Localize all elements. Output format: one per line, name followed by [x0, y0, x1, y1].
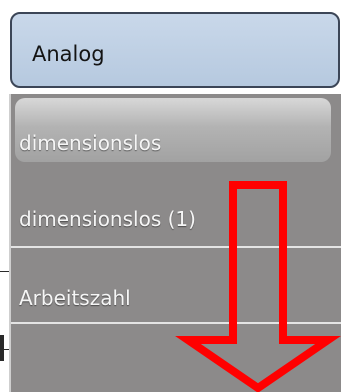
- selected-unit-type: Analog: [32, 42, 105, 66]
- screen: Analog dimensionslos dimensionslos (1) A…: [0, 0, 347, 392]
- dropdown-option-next[interactable]: [11, 324, 341, 392]
- dropdown-option-dimensionslos[interactable]: dimensionslos: [11, 94, 341, 170]
- option-label: dimensionslos: [19, 131, 162, 155]
- left-edge-stub: [0, 335, 4, 361]
- option-label: Arbeitszahl: [19, 286, 131, 310]
- option-label: dimensionslos (1): [19, 207, 196, 231]
- dropdown-option-dimensionslos-1[interactable]: dimensionslos (1): [11, 170, 341, 248]
- unit-type-select[interactable]: Analog: [10, 12, 340, 88]
- dropdown-option-arbeitszahl[interactable]: Arbeitszahl: [11, 248, 341, 324]
- left-edge-line: [0, 271, 9, 272]
- unit-dropdown-list[interactable]: dimensionslos dimensionslos (1) Arbeitsz…: [9, 94, 341, 392]
